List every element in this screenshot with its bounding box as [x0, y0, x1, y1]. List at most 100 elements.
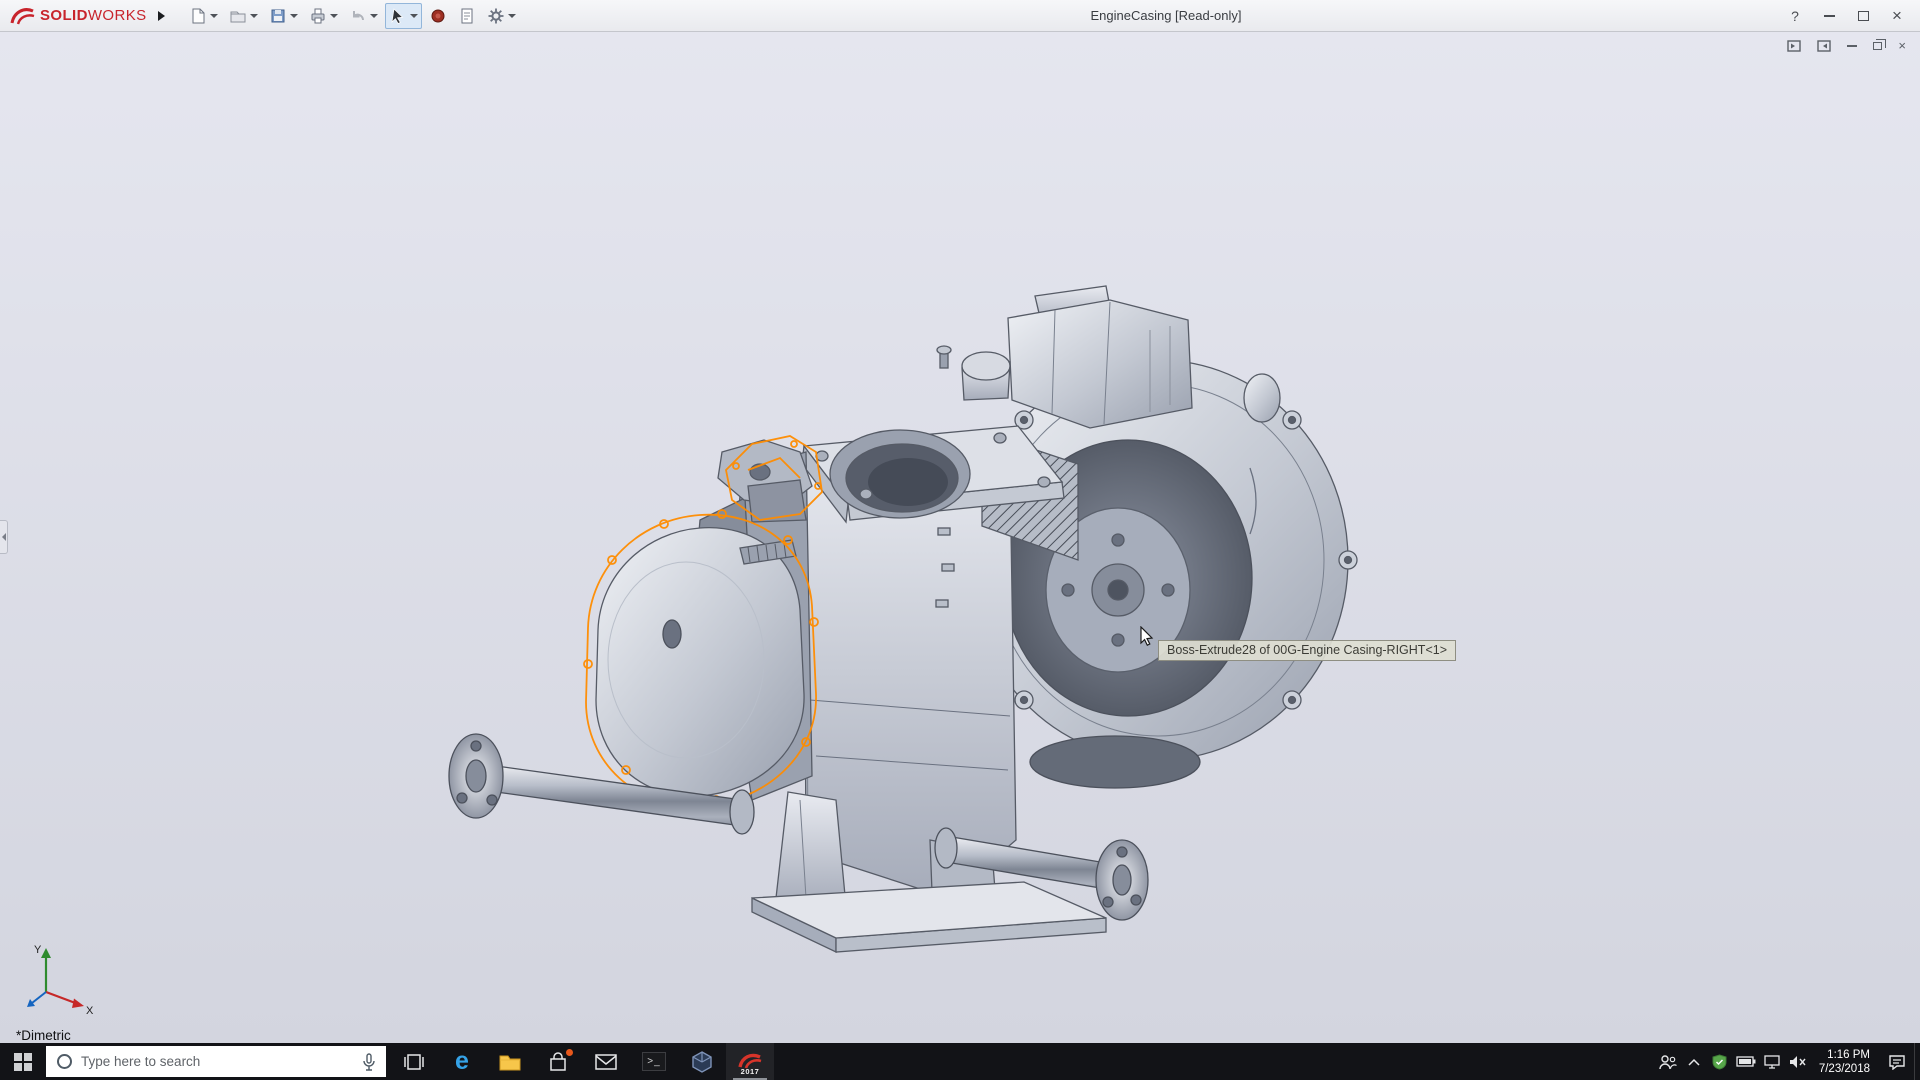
- action-center-button[interactable]: [1880, 1043, 1914, 1080]
- select-button[interactable]: [385, 3, 422, 29]
- save-icon: [269, 7, 287, 25]
- show-desktop-button[interactable]: [1914, 1043, 1920, 1080]
- solidworks-window: SOLIDWORKS: [0, 0, 1920, 1080]
- close-button[interactable]: ×: [1880, 0, 1914, 32]
- mail-button[interactable]: [582, 1043, 630, 1080]
- edge-icon: e: [455, 1049, 469, 1074]
- minimize-icon: [1824, 15, 1835, 17]
- gear-icon: [487, 7, 505, 25]
- task-view-button[interactable]: [390, 1043, 438, 1080]
- new-document-icon: [189, 7, 207, 25]
- search-input[interactable]: [81, 1054, 352, 1069]
- folder-icon: [498, 1052, 522, 1072]
- print-button[interactable]: [305, 3, 342, 29]
- file-properties-icon: [458, 7, 476, 25]
- doc-restore-button[interactable]: [1873, 42, 1882, 50]
- feature-tooltip: Boss-Extrude28 of 00G-Engine Casing-RIGH…: [1158, 640, 1456, 661]
- feature-manager-collapsed-tab[interactable]: [0, 520, 8, 554]
- file-properties-button[interactable]: [454, 3, 480, 29]
- ds-swirl-icon: [10, 5, 36, 27]
- rebuild-icon: [429, 7, 447, 25]
- options-button[interactable]: [483, 3, 520, 29]
- undo-icon: [349, 7, 367, 25]
- shield-icon: [1712, 1054, 1727, 1070]
- collapse-arrow-icon: [2, 533, 6, 541]
- menu-flyout-arrow[interactable]: [153, 5, 171, 27]
- solidworks-logo: SOLIDWORKS: [10, 5, 147, 27]
- task-view-icon: [402, 1052, 426, 1072]
- help-button[interactable]: ?: [1778, 0, 1812, 32]
- window-controls: ? ×: [1778, 0, 1914, 32]
- network-button[interactable]: [1759, 1043, 1785, 1080]
- titlebar: SOLIDWORKS: [0, 0, 1920, 32]
- minimize-icon: [1847, 45, 1857, 47]
- clock-date: 7/23/2018: [1819, 1062, 1870, 1076]
- store-button[interactable]: [534, 1043, 582, 1080]
- start-button[interactable]: [0, 1043, 46, 1080]
- chevron-down-icon: [330, 14, 338, 18]
- open-folder-icon: [229, 7, 247, 25]
- solidworks-taskbar-button[interactable]: 2017: [726, 1043, 774, 1080]
- cad-tool-button[interactable]: [678, 1043, 726, 1080]
- new-document-button[interactable]: [185, 3, 222, 29]
- edge-button[interactable]: e: [438, 1043, 486, 1080]
- chevron-down-icon: [508, 14, 516, 18]
- save-button[interactable]: [265, 3, 302, 29]
- doc-minimize-button[interactable]: [1847, 45, 1857, 47]
- brand-solid: SOLID: [40, 7, 88, 24]
- quick-access-toolbar: [185, 3, 520, 29]
- console-button[interactable]: >_: [630, 1043, 678, 1080]
- chevron-up-icon: [1688, 1058, 1700, 1066]
- action-center-icon: [1888, 1054, 1906, 1070]
- battery-icon: [1736, 1056, 1756, 1067]
- graphics-viewport[interactable]: × Boss-Extrude28 of 00G-Engine Casing-RI…: [0, 32, 1920, 1043]
- restore-icon: [1873, 42, 1882, 50]
- defender-button[interactable]: [1707, 1043, 1733, 1080]
- chevron-down-icon: [370, 14, 378, 18]
- undo-button[interactable]: [345, 3, 382, 29]
- battery-button[interactable]: [1733, 1043, 1759, 1080]
- mail-envelope-icon: [594, 1053, 618, 1071]
- cube-app-icon: [690, 1050, 714, 1074]
- hidden-icons-button[interactable]: [1681, 1043, 1707, 1080]
- clock-time: 1:16 PM: [1827, 1048, 1870, 1062]
- model-crankcase-housing[interactable]: [968, 353, 1357, 788]
- taskbar-search[interactable]: [46, 1046, 386, 1077]
- microphone-icon[interactable]: [362, 1053, 376, 1071]
- doc-close-button[interactable]: ×: [1898, 38, 1906, 53]
- solidworks-version-badge: 2017: [726, 1067, 774, 1076]
- chevron-down-icon: [410, 14, 418, 18]
- model-left-cover[interactable]: [596, 440, 812, 800]
- brand-text: SOLIDWORKS: [40, 7, 147, 24]
- chevron-down-icon: [210, 14, 218, 18]
- console-icon: >_: [642, 1052, 666, 1071]
- ethernet-icon: [1763, 1055, 1781, 1069]
- view-orientation-label: *Dimetric: [16, 1028, 71, 1043]
- triad-y-label: Y: [34, 944, 42, 956]
- select-arrow-icon: [389, 7, 407, 25]
- open-button[interactable]: [225, 3, 262, 29]
- taskbar-clock[interactable]: 1:16 PM 7/23/2018: [1811, 1043, 1880, 1080]
- document-window-controls: ×: [1787, 38, 1906, 53]
- reference-triad: Y X: [20, 940, 100, 1020]
- tile-window-button[interactable]: [1817, 40, 1831, 52]
- engine-casing-model[interactable]: [0, 32, 1920, 1043]
- maximize-button[interactable]: [1846, 0, 1880, 32]
- people-button[interactable]: [1655, 1043, 1681, 1080]
- new-window-button[interactable]: [1787, 40, 1801, 52]
- model-head-assembly[interactable]: [937, 286, 1192, 428]
- chevron-down-icon: [290, 14, 298, 18]
- brand-works: WORKS: [88, 7, 147, 24]
- minimize-button[interactable]: [1812, 0, 1846, 32]
- file-explorer-button[interactable]: [486, 1043, 534, 1080]
- print-icon: [309, 7, 327, 25]
- cortana-icon: [57, 1054, 72, 1069]
- volume-muted-icon: [1788, 1055, 1807, 1069]
- rebuild-button[interactable]: [425, 3, 451, 29]
- window-title: EngineCasing [Read-only]: [1090, 8, 1241, 23]
- mouse-cursor: [1140, 626, 1158, 646]
- system-tray: 1:16 PM 7/23/2018: [1655, 1043, 1920, 1080]
- volume-button[interactable]: [1785, 1043, 1811, 1080]
- windows-taskbar: e >_: [0, 1043, 1920, 1080]
- split-pane-right-icon: [1817, 40, 1831, 52]
